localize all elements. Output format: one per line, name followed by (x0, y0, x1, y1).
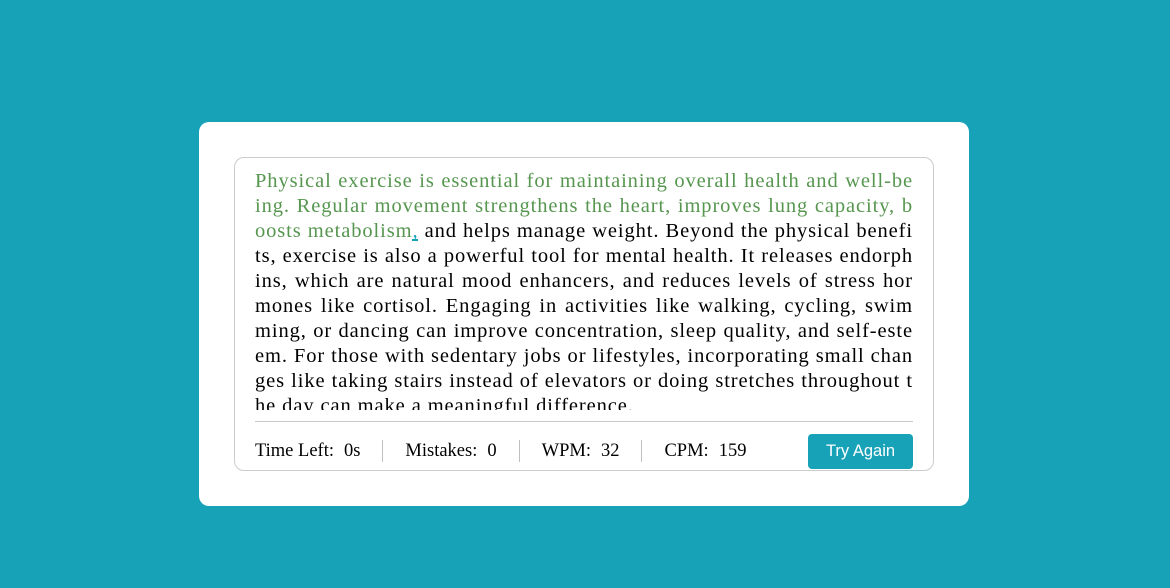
time-left-value: 0 (343, 440, 354, 461)
stat-mistakes: Mistakes: 0 (382, 440, 518, 462)
time-left-unit: s (353, 440, 361, 461)
result-details: Time Left: 0s Mistakes: 0 WPM: 32 CPM: 1… (255, 440, 768, 462)
cpm-label: CPM: (664, 440, 709, 461)
remaining-text: and helps manage weight. Beyond the phys… (255, 220, 913, 410)
stat-wpm: WPM: 32 (518, 440, 642, 462)
cpm-value: 159 (718, 440, 747, 461)
mistakes-label: Mistakes: (405, 440, 478, 461)
wpm-label: WPM: (541, 440, 591, 461)
typing-text-area[interactable]: Physical exercise is essential for maint… (255, 169, 913, 410)
stat-time-left: Time Left: 0s (255, 440, 382, 462)
wpm-value: 32 (600, 440, 620, 461)
try-again-button[interactable]: Try Again (808, 433, 913, 469)
typing-content-box: Physical exercise is essential for maint… (234, 157, 934, 471)
stat-cpm: CPM: 159 (641, 440, 768, 462)
results-bar: Time Left: 0s Mistakes: 0 WPM: 32 CPM: 1… (255, 422, 913, 482)
mistakes-value: 0 (487, 440, 497, 461)
active-character: , (412, 220, 419, 242)
time-left-label: Time Left: (255, 440, 334, 461)
typing-test-card: Physical exercise is essential for maint… (199, 122, 969, 506)
